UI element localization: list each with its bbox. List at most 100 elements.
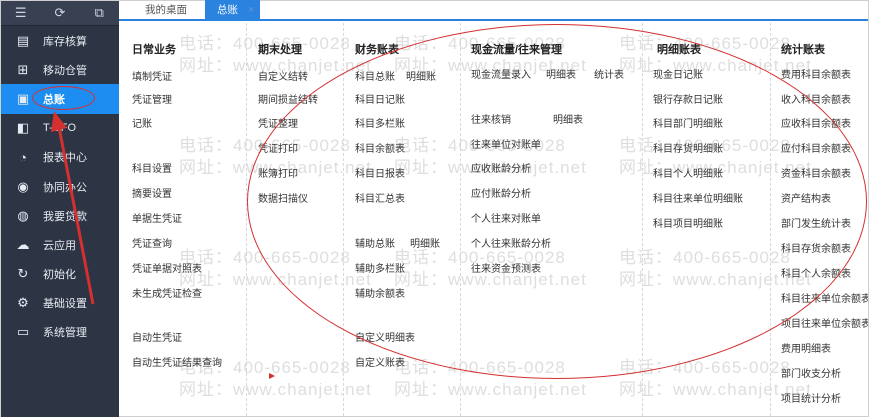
sidebar-item-cloud-apps[interactable]: ☁ 云应用 <box>1 230 119 259</box>
menu-item[interactable]: 科目设置 <box>132 160 172 175</box>
sidebar-item-inventory[interactable]: ▤ 库存核算 <box>1 26 119 55</box>
menu-item[interactable]: 应付账龄分析 <box>471 185 531 200</box>
menu-item[interactable]: 辅助多栏账 <box>355 260 405 275</box>
menu-item[interactable]: 应收账龄分析 <box>471 160 531 175</box>
menu-item[interactable]: 科目个人余额表 <box>781 265 851 280</box>
menu-item[interactable]: 摘要设置 <box>132 185 172 200</box>
menu-item[interactable]: 明细账 <box>410 235 440 250</box>
menu-item[interactable]: 部门收支分析 <box>781 365 841 380</box>
tab-my-desktop[interactable]: 我的桌面 <box>133 0 199 19</box>
menu-item[interactable]: 项目往来单位余额表 <box>781 315 868 330</box>
menu-column-statistics: 统计账表 费用科目余额表 收入科目余额表 应收科目余额表 应付科目余额表 资金科… <box>771 23 868 416</box>
menu-item[interactable]: 科目存货余额表 <box>781 240 851 255</box>
sidebar-item-collaboration[interactable]: ◉ 协同办公 <box>1 172 119 201</box>
menu-item[interactable]: 科目项目明细账 <box>653 215 723 230</box>
menu-item[interactable]: 资产结构表 <box>781 190 831 205</box>
menu-item[interactable]: 凭证整理 <box>258 115 298 130</box>
menu-item[interactable]: 辅助余额表 <box>355 285 405 300</box>
menu-item[interactable]: 凭证打印 <box>258 140 298 155</box>
sidebar-item-label: 初始化 <box>43 269 76 282</box>
menu-item[interactable]: 数据扫描仪 <box>258 190 308 205</box>
sidebar-item-label: T-UFO <box>43 122 76 135</box>
menu-item[interactable]: 账簿打印 <box>258 165 298 180</box>
menu-item[interactable]: 科目日报表 <box>355 165 405 180</box>
menu-item[interactable]: 银行存款日记账 <box>653 91 723 106</box>
menu-item[interactable]: 费用明细表 <box>781 340 831 355</box>
cloud-icon: ☁ <box>16 236 30 252</box>
menu-item[interactable]: 自定义账表 <box>355 354 405 369</box>
menu-item[interactable]: 明细表 <box>546 66 576 81</box>
menu-item[interactable]: 自定义明细表 <box>355 329 415 344</box>
sidebar-item-label: 总账 <box>43 93 65 106</box>
menu-column-cashflow: 现金流量/往来管理 现金流量录入 明细表 统计表 往来核销 明细表 往来单位对账… <box>461 23 643 416</box>
menu-item[interactable]: 项目统计分析 <box>781 390 841 405</box>
menu-item[interactable]: 费用科目余额表 <box>781 66 851 81</box>
gear-icon: ⚙ <box>17 295 29 311</box>
menu-item[interactable]: 科目存货明细账 <box>653 140 723 155</box>
menu-item[interactable]: 填制凭证 <box>132 68 172 83</box>
menu-item[interactable]: 往来单位对账单 <box>471 136 541 151</box>
menu-item[interactable]: 自定义结转 <box>258 68 308 83</box>
menu-item[interactable]: 科目余额表 <box>355 140 405 155</box>
menu-item[interactable]: 未生成凭证检查 <box>132 285 202 300</box>
sidebar-item-label: 系统管理 <box>43 327 87 340</box>
sidebar-item-mobile-warehouse[interactable]: ⊞ 移动仓管 <box>1 55 119 84</box>
monitor-icon: ▭ <box>16 324 30 340</box>
sidebar-item-initialize[interactable]: ↻ 初始化 <box>1 260 119 289</box>
menu-item[interactable]: 资金科目余额表 <box>781 165 851 180</box>
menu-item[interactable]: 科目往来单位明细账 <box>653 190 743 205</box>
sidebar-item-reports[interactable]: ◔ 报表中心 <box>1 143 119 172</box>
pie-chart-icon: ◔ <box>19 149 27 165</box>
menu-item[interactable]: 辅助总账 <box>355 235 395 250</box>
menu-item[interactable]: 应收科目余额表 <box>781 115 851 130</box>
menu-item[interactable]: 凭证查询 <box>132 235 172 250</box>
menu-item[interactable]: 科目多栏账 <box>355 115 405 130</box>
menu-item[interactable]: 个人往来对账单 <box>471 210 541 225</box>
tab-label: 我的桌面 <box>145 4 187 16</box>
sidebar: ☰ ⟳ ⧉ ▤ 库存核算 ⊞ 移动仓管 ▣ 总账 ◧ T-UFO ◔ 报表中心 ◉ 协同办公… <box>1 1 119 417</box>
menu-item[interactable]: 自动生凭证 <box>132 329 182 344</box>
menu-item[interactable]: 明细表 <box>553 111 583 126</box>
sidebar-item-loan[interactable]: ◍ 我要贷款 <box>1 201 119 230</box>
menu-item[interactable]: 凭证管理 <box>132 91 172 106</box>
tab-general-ledger[interactable]: 总账 × <box>205 0 261 19</box>
menu-item[interactable]: 收入科目余额表 <box>781 91 851 106</box>
menu-item[interactable]: 科目汇总表 <box>355 190 405 205</box>
close-icon[interactable]: × <box>248 4 254 16</box>
menu-column-financial-reports: 财务账表 科目总账 明细账 科目日记账 科目多栏账 科目余额表 科目日报表 科目… <box>344 23 461 416</box>
menu-item[interactable]: 往来核销 <box>471 111 511 126</box>
sidebar-item-label: 报表中心 <box>43 152 87 165</box>
menu-item[interactable]: 部门发生统计表 <box>781 215 851 230</box>
refresh-icon[interactable]: ⟳ <box>53 6 67 20</box>
menu-item[interactable]: 科目部门明细账 <box>653 115 723 130</box>
sidebar-item-label: 云应用 <box>43 239 76 252</box>
menu-item[interactable]: 往来资金预测表 <box>471 260 541 275</box>
menu-item[interactable]: 统计表 <box>594 66 624 81</box>
tab-label: 总账 <box>217 4 238 16</box>
menu-item[interactable]: 科目往来单位余额表 <box>781 290 868 305</box>
sidebar-nav: ▤ 库存核算 ⊞ 移动仓管 ▣ 总账 ◧ T-UFO ◔ 报表中心 ◉ 协同办公 ◍ 我要贷款… <box>1 26 119 347</box>
menu-item[interactable]: 期间损益结转 <box>258 91 318 106</box>
menu-item[interactable]: 自动生凭证结果查询 <box>132 354 222 369</box>
menu-item[interactable]: 科目个人明细账 <box>653 165 723 180</box>
menu-item[interactable]: 单据生凭证 <box>132 210 182 225</box>
menu-item[interactable]: 科目日记账 <box>355 91 405 106</box>
menu-item[interactable]: 明细账 <box>406 68 436 83</box>
sidebar-item-general-ledger[interactable]: ▣ 总账 <box>1 84 119 114</box>
external-icon[interactable]: ⧉ <box>92 6 106 20</box>
menu-item[interactable]: 个人往来账龄分析 <box>471 235 551 250</box>
column-title: 统计账表 <box>781 44 825 56</box>
menu-item[interactable]: 凭证单据对照表 <box>132 260 202 275</box>
menu-item[interactable]: 现金日记账 <box>653 66 703 81</box>
menu-item[interactable]: 应付科目余额表 <box>781 140 851 155</box>
sidebar-item-system-admin[interactable]: ▭ 系统管理 <box>1 318 119 347</box>
menu-item[interactable]: 现金流量录入 <box>471 66 531 81</box>
sidebar-item-basic-settings[interactable]: ⚙ 基础设置 <box>1 289 119 318</box>
menu-icon[interactable]: ☰ <box>14 6 28 20</box>
menu-column-detail-ledgers: 明细账表 现金日记账 银行存款日记账 科目部门明细账 科目存货明细账 科目个人明… <box>643 23 771 416</box>
menu-item[interactable]: 科目总账 <box>355 68 395 83</box>
menu-item[interactable]: 记账 <box>132 115 152 130</box>
column-title: 日常业务 <box>132 44 176 56</box>
sidebar-item-label: 移动仓管 <box>43 64 87 77</box>
sidebar-item-tufo[interactable]: ◧ T-UFO <box>1 114 119 143</box>
